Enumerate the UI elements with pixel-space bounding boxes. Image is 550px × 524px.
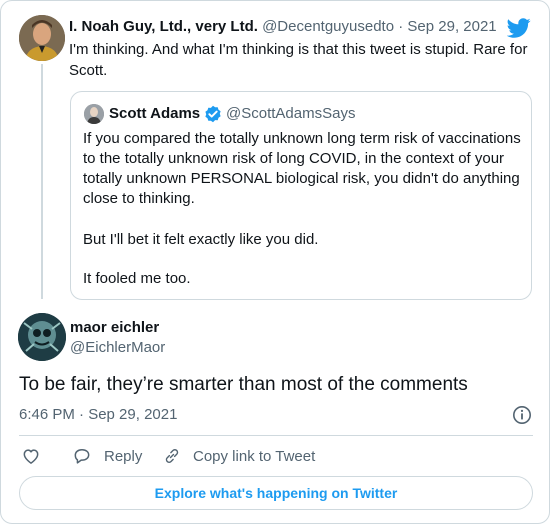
main-tweet-text: To be fair, they’re smarter than most of… [19, 374, 468, 395]
info-icon[interactable] [512, 405, 532, 425]
main-tweet-timestamp[interactable]: 6:46 PM · Sep 29, 2021 [19, 406, 177, 423]
thread-author-name[interactable]: I. Noah Guy, Ltd., very Ltd. [69, 18, 258, 35]
main-author-handle[interactable]: @EichlerMaor [70, 339, 165, 356]
verified-badge-icon [204, 105, 222, 123]
divider [19, 435, 533, 436]
quoted-paragraph: If you compared the totally unknown long… [83, 130, 521, 207]
thread-tweet-text: I'm thinking. And what I'm thinking is t… [69, 41, 528, 79]
thread-connector-line [41, 64, 43, 299]
link-icon [165, 449, 179, 463]
quoted-author-handle: @ScottAdamsSays [226, 105, 356, 122]
explore-twitter-button[interactable]: Explore what's happening on Twitter [19, 476, 533, 510]
copy-link-button[interactable]: Copy link to Tweet [163, 445, 315, 467]
copy-link-label: Copy link to Tweet [193, 447, 316, 465]
avatar-noah-guy[interactable] [19, 15, 65, 61]
quoted-author-name: Scott Adams [109, 105, 201, 122]
reply-label: Reply [104, 447, 143, 465]
main-author-name[interactable]: maor eichler [70, 319, 159, 336]
avatar-scott-adams [84, 104, 104, 124]
reply-button[interactable]: Reply [72, 445, 142, 467]
avatar-maor-eichler[interactable] [18, 313, 66, 361]
embedded-tweet-card: I. Noah Guy, Ltd., very Ltd. @Decentguyu… [0, 0, 550, 524]
reply-icon [74, 449, 90, 464]
heart-icon [23, 449, 39, 464]
thread-tweet-date[interactable]: Sep 29, 2021 [407, 18, 496, 35]
like-button[interactable] [21, 445, 53, 467]
quoted-paragraph: It fooled me too. [83, 270, 191, 287]
quoted-tweet[interactable]: Scott Adams @ScottAdamsSays If you compa… [70, 91, 532, 300]
twitter-bird-icon[interactable] [506, 16, 531, 40]
thread-author-handle[interactable]: @Decentguyusedto [262, 18, 394, 35]
thread-tweet-header: I. Noah Guy, Ltd., very Ltd. @Decentguyu… [69, 18, 497, 35]
header-separator: · [398, 18, 404, 35]
quoted-paragraph: But I'll bet it felt exactly like you di… [83, 231, 319, 248]
